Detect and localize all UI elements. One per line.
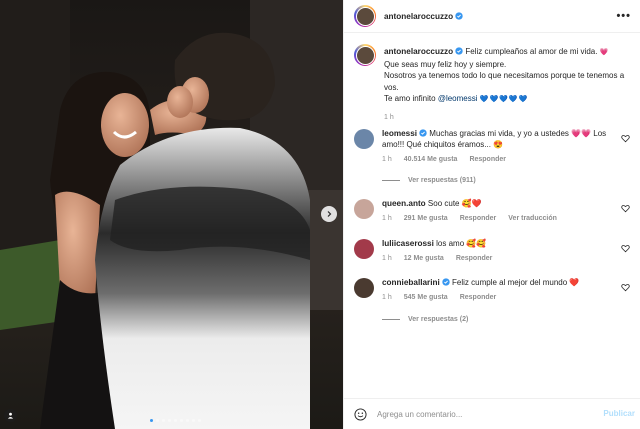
comments-scroll-area[interactable]: antonelaroccuzzo Feliz cumpleaños al amo…: [344, 34, 640, 398]
carousel-dot: [198, 419, 201, 422]
commenter-avatar[interactable]: [354, 129, 374, 149]
comment-time: 1 h: [382, 255, 392, 262]
next-slide-button[interactable]: [321, 206, 337, 222]
heart-outline-icon[interactable]: [621, 244, 630, 253]
caption-avatar[interactable]: [354, 44, 376, 66]
photo-scene: [0, 0, 343, 429]
commenter-username[interactable]: luliicaserossi: [382, 239, 434, 248]
commenter-avatar[interactable]: [354, 239, 374, 259]
author-username[interactable]: antonelaroccuzzo: [384, 12, 453, 21]
view-replies-button[interactable]: Ver respuestas (2): [382, 316, 468, 323]
comment-text: Soo cute 🥰❤️: [427, 199, 482, 208]
replies-divider: [382, 319, 400, 320]
commenter-avatar[interactable]: [354, 199, 374, 219]
comment-item: connieballarini Feliz cumple al mejor de…: [354, 277, 636, 303]
view-replies-label: Ver respuestas (911): [408, 177, 476, 184]
post-comment-button[interactable]: Publicar: [603, 409, 635, 418]
caption-line-2: Que seas muy feliz hoy y siempre.: [384, 59, 507, 69]
verified-badge-icon: [455, 47, 463, 55]
verified-badge-icon: [419, 129, 427, 137]
translate-button[interactable]: Ver traducción: [508, 213, 557, 224]
commenter-avatar[interactable]: [354, 278, 374, 298]
comment-likes[interactable]: 12 Me gusta: [404, 253, 444, 264]
view-replies-label: Ver respuestas (2): [408, 316, 469, 323]
chevron-right-icon: [327, 211, 332, 217]
user-tag-icon: [7, 412, 14, 419]
heart-outline-icon[interactable]: [621, 134, 630, 143]
caption-line-3: Nosotros ya tenemos todo lo que necesita…: [384, 71, 625, 92]
commenter-username[interactable]: leomessi: [382, 129, 417, 138]
carousel-dot: [180, 419, 183, 422]
emoji-smile-icon[interactable]: [354, 407, 367, 421]
caption-username[interactable]: antonelaroccuzzo: [384, 47, 453, 56]
author-avatar[interactable]: [354, 5, 376, 27]
more-options-button[interactable]: •••: [616, 10, 631, 22]
carousel-dot: [156, 419, 159, 422]
post-header: antonelaroccuzzo •••: [344, 0, 640, 33]
carousel-indicator: [150, 419, 201, 422]
caption-line-1: Feliz cumpleaños al amor de mi vida.: [465, 47, 598, 56]
carousel-dot: [150, 419, 153, 422]
comment-likes[interactable]: 40.514 Me gusta: [404, 154, 458, 165]
carousel-dot: [174, 419, 177, 422]
carousel-dot: [186, 419, 189, 422]
verified-badge-icon: [442, 278, 450, 286]
caption-mention-link[interactable]: @leomessi: [438, 94, 478, 103]
comment-time: 1 h: [382, 156, 392, 163]
caption-blue-hearts: 💙💙💙💙💙: [479, 95, 529, 103]
heart-outline-icon[interactable]: [621, 283, 630, 292]
caption-heart: 💗: [599, 48, 609, 56]
post-caption: antonelaroccuzzo Feliz cumpleaños al amo…: [354, 44, 634, 123]
verified-badge-icon: [455, 12, 463, 20]
commenter-username[interactable]: connieballarini: [382, 278, 440, 287]
comment-likes[interactable]: 291 Me gusta: [404, 213, 448, 224]
caption-line-4: Te amo infinito: [384, 94, 436, 103]
post-photo[interactable]: [0, 0, 343, 429]
comment-time: 1 h: [382, 215, 392, 222]
add-comment-bar: Publicar: [344, 398, 640, 429]
comment-item: leomessi Muchas gracias mi vida, y yo a …: [354, 128, 636, 165]
comment-likes[interactable]: 545 Me gusta: [404, 292, 448, 303]
post-details-panel: antonelaroccuzzo ••• antonelaroccuzzo Fe…: [343, 0, 640, 429]
carousel-dot: [168, 419, 171, 422]
tagged-users-button[interactable]: [4, 409, 17, 422]
replies-divider: [382, 180, 400, 181]
caption-timestamp: 1 h: [384, 113, 394, 121]
comment-item: queen.anto Soo cute 🥰❤️ 1 h 291 Me gusta…: [354, 198, 636, 224]
reply-button[interactable]: Responder: [456, 253, 493, 264]
comment-text: Feliz cumple al mejor del mundo ❤️: [452, 278, 580, 287]
heart-outline-icon[interactable]: [621, 204, 630, 213]
commenter-username[interactable]: queen.anto: [382, 199, 426, 208]
comment-input[interactable]: [377, 409, 587, 419]
instagram-post-modal: antonelaroccuzzo ••• antonelaroccuzzo Fe…: [0, 0, 640, 429]
comment-time: 1 h: [382, 294, 392, 301]
carousel-dot: [162, 419, 165, 422]
reply-button[interactable]: Responder: [469, 154, 506, 165]
view-replies-button[interactable]: Ver respuestas (911): [382, 177, 476, 184]
reply-button[interactable]: Responder: [460, 213, 497, 224]
reply-button[interactable]: Responder: [460, 292, 497, 303]
comment-item: luliicaserossi los amo 🥰🥰 1 h 12 Me gust…: [354, 238, 636, 264]
comment-text: los amo 🥰🥰: [436, 239, 487, 248]
carousel-dot: [192, 419, 195, 422]
